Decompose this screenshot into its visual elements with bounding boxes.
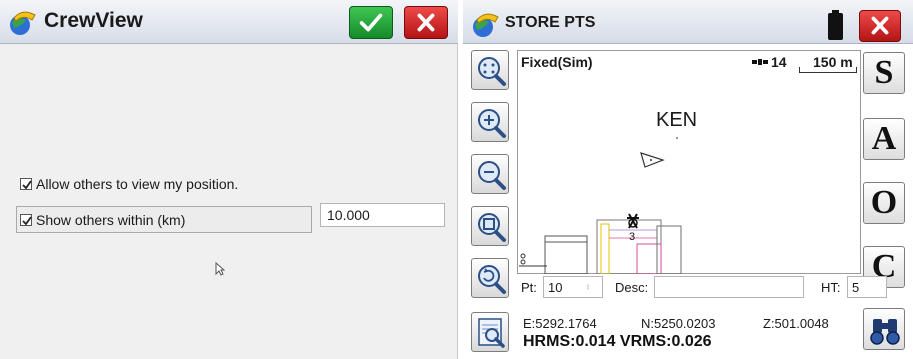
app-logo-icon	[473, 13, 499, 37]
allow-view-checkbox[interactable]	[20, 178, 32, 190]
desc-label: Desc:	[615, 280, 649, 295]
zoom-previous-icon	[478, 265, 506, 294]
point-entry-row: Pt: 10 Desc: HT: 5	[517, 274, 887, 300]
checkmark-icon	[22, 180, 32, 190]
gps-status-bar: Fixed(Sim) 14 150 m	[517, 50, 861, 74]
close-button[interactable]	[404, 6, 448, 39]
northing-value: N:5250.0203	[641, 316, 716, 331]
show-others-label: Show others within (km)	[36, 212, 186, 228]
map-linework: 3	[519, 137, 682, 274]
zoom-extents-icon	[478, 57, 506, 86]
zoom-window-icon	[478, 213, 506, 242]
store-s-button[interactable]: S	[863, 52, 905, 94]
ht-input[interactable]: 5	[847, 276, 887, 298]
close-icon	[871, 16, 889, 35]
pt-label: Pt:	[521, 280, 537, 295]
zoom-previous-button[interactable]	[471, 258, 509, 298]
checkmark-icon	[22, 216, 32, 226]
allow-view-label: Allow others to view my position.	[36, 176, 239, 192]
app-logo-icon	[10, 11, 36, 35]
map-search-button[interactable]	[471, 312, 509, 352]
allow-view-checkbox-row[interactable]: Allow others to view my position.	[20, 176, 320, 194]
distance-input[interactable]: 10.000	[320, 203, 445, 227]
close-icon	[417, 13, 435, 32]
mouse-pointer-icon	[215, 262, 225, 276]
show-others-checkbox[interactable]	[20, 214, 32, 226]
satellite-icon	[752, 59, 768, 65]
store-close-button[interactable]	[859, 10, 901, 42]
crewview-title: CrewView	[44, 9, 143, 32]
ok-button[interactable]	[349, 6, 393, 39]
ht-label: HT:	[821, 280, 841, 295]
battery-icon	[828, 10, 843, 40]
store-title: STORE PTS	[505, 14, 596, 31]
scale-bar	[799, 67, 857, 73]
zoom-out-icon	[478, 161, 506, 190]
easting-value: E:5292.1764	[523, 316, 597, 331]
pt-input[interactable]: 10	[543, 276, 603, 298]
coordinate-readout: E:5292.1764 N:5250.0203 Z:501.0048	[523, 316, 863, 332]
zoom-out-button[interactable]	[471, 154, 509, 194]
fix-status: Fixed(Sim)	[521, 54, 593, 70]
zoom-extents-button[interactable]	[471, 50, 509, 90]
binoculars-button[interactable]	[863, 308, 905, 350]
desc-input[interactable]	[654, 276, 804, 298]
store-a-button[interactable]: A	[863, 118, 905, 160]
rms-readout: HRMS:0.014 VRMS:0.026	[523, 333, 712, 350]
show-others-checkbox-row[interactable]: Show others within (km)	[20, 212, 300, 230]
elevation-value: Z:501.0048	[763, 316, 829, 331]
store-titlebar: STORE PTS	[463, 0, 913, 44]
zoom-in-icon	[478, 109, 506, 138]
map-search-icon	[478, 318, 505, 348]
store-o-button[interactable]: O	[863, 182, 905, 224]
checkmark-icon	[359, 13, 383, 32]
binoculars-icon	[870, 319, 900, 345]
crewview-titlebar: CrewView	[0, 0, 458, 44]
crewview-window: CrewView Allow others to view my positio…	[0, 0, 458, 359]
screenshot-root: CrewView Allow others to view my positio…	[0, 0, 913, 359]
text-cursor-icon	[587, 284, 589, 290]
zoom-window-button[interactable]	[471, 206, 509, 246]
store-pts-window: STORE PTS 3 Fixed(Sim) 14 150 m KEN S A …	[463, 0, 913, 359]
zoom-in-button[interactable]	[471, 102, 509, 142]
svg-text:3: 3	[629, 231, 635, 243]
satellite-count: 14	[771, 54, 787, 70]
map-point-label: KEN	[656, 109, 698, 131]
